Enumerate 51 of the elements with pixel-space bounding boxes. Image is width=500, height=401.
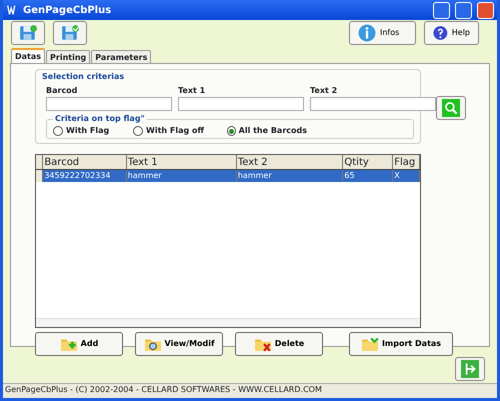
table-cell: hammer (126, 170, 237, 182)
radio-button[interactable] (227, 126, 236, 136)
exit-icon (461, 360, 479, 378)
radio-button[interactable] (53, 126, 63, 136)
column-header[interactable]: Text 1 (126, 155, 237, 169)
input-field[interactable] (310, 97, 436, 111)
close-button[interactable] (477, 2, 494, 18)
input-field[interactable] (178, 97, 304, 111)
radio-option[interactable]: With Flag off (133, 125, 227, 137)
help-icon (433, 24, 448, 42)
maximize-button[interactable] (455, 2, 472, 18)
status-bar: GenPageCbPlus - (C) 2002-2004 - CELLARD SOFTWARES - WWW.CELLARD.COM (3, 383, 497, 398)
radio-button[interactable] (133, 126, 143, 136)
field-label: Text 2 (310, 85, 338, 97)
group-title: Selection criterias (42, 71, 126, 83)
search-button[interactable] (436, 96, 466, 120)
table-cell: X (393, 170, 420, 182)
tab[interactable]: Printing (46, 50, 90, 63)
info-icon (358, 24, 376, 42)
folder-icon (360, 335, 379, 353)
table-row[interactable]: 3459222702334 hammer hammer 65 X (36, 170, 420, 182)
field-label: Barcod (46, 85, 78, 97)
radio-option[interactable]: With Flag (53, 125, 133, 137)
table-cell: hammer (236, 170, 344, 182)
column-header[interactable]: Flag (393, 155, 420, 169)
field-label: Text 1 (178, 85, 206, 97)
help-button[interactable]: Help (424, 21, 479, 45)
save-button[interactable] (53, 21, 87, 45)
view-button[interactable]: View/Modif (135, 332, 223, 356)
tab[interactable]: Datas (11, 48, 46, 63)
input-field[interactable] (46, 97, 172, 111)
delete-button[interactable]: Delete (235, 332, 323, 356)
radio-option[interactable]: All the Barcods (227, 125, 307, 137)
search-icon (442, 99, 460, 117)
add-button[interactable]: Add (35, 332, 123, 356)
exit-button[interactable] (455, 357, 485, 381)
column-header[interactable]: Qtity (343, 155, 394, 169)
import-button[interactable]: Import Datas (349, 332, 453, 356)
window-title: GenPageCbPlus (23, 4, 112, 18)
minimize-button[interactable] (433, 2, 450, 18)
table-cell: 65 (343, 170, 394, 182)
floppy-icon (19, 24, 37, 42)
infos-button[interactable]: Infos (349, 21, 416, 45)
column-header[interactable]: Barcod (43, 155, 127, 169)
group-title: Criteria on top flag" (53, 113, 147, 125)
horizontal-scrollbar[interactable] (36, 318, 420, 327)
column-header[interactable]: Text 2 (236, 155, 344, 169)
floppy-icon (61, 24, 79, 42)
save-button[interactable] (11, 21, 45, 45)
table-cell: 3459222702334 (43, 170, 127, 182)
tab[interactable]: Parameters (91, 50, 152, 63)
